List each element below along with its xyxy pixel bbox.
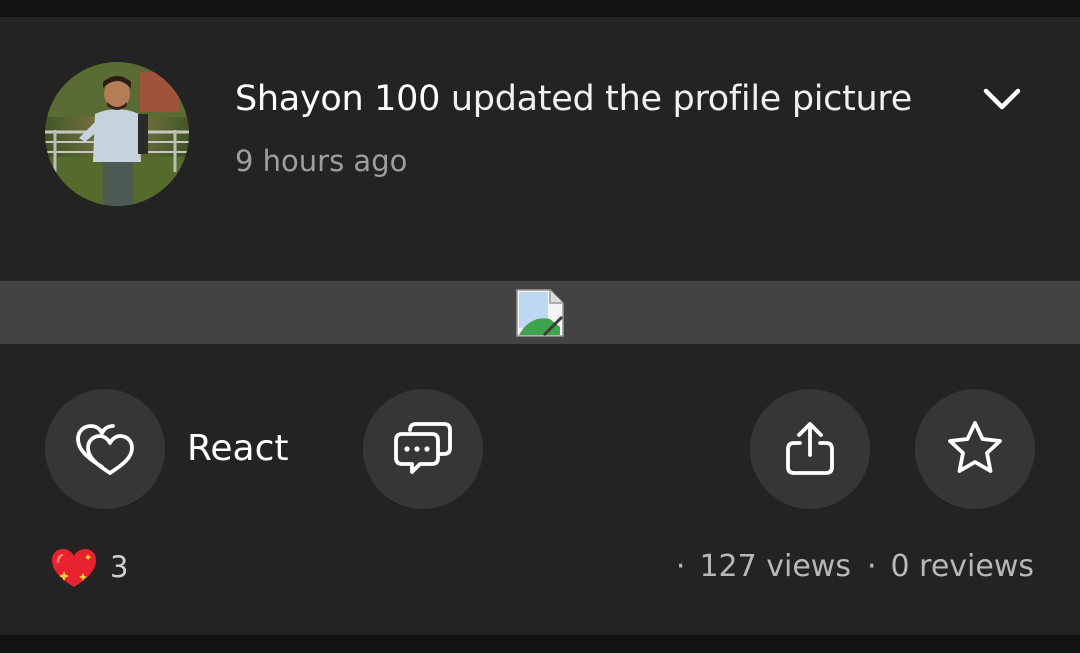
post-stats: · 127 views · 0 reviews xyxy=(676,549,1034,585)
comment-bubbles-icon xyxy=(394,422,452,474)
broken-image-icon xyxy=(516,289,564,337)
chevron-down-icon xyxy=(983,88,1021,110)
post-header-text: Shayon 100 updated the profile picture xyxy=(235,77,912,121)
react-label[interactable]: React xyxy=(187,425,289,473)
double-heart-icon xyxy=(76,424,134,475)
reviews-count[interactable]: 0 reviews xyxy=(891,549,1034,584)
author-name[interactable]: Shayon 100 xyxy=(235,79,440,119)
reaction-count[interactable]: 3 xyxy=(110,549,128,585)
separator-dot: · xyxy=(866,549,877,584)
post-action-text: updated the profile picture xyxy=(450,79,912,119)
sparkling-heart-icon[interactable] xyxy=(50,547,98,589)
avatar-image xyxy=(45,62,189,206)
post-menu-button[interactable] xyxy=(980,81,1024,117)
post-timestamp[interactable]: 9 hours ago xyxy=(235,141,407,181)
views-count[interactable]: 127 views xyxy=(699,549,851,584)
save-button[interactable] xyxy=(915,389,1035,509)
star-icon xyxy=(948,421,1002,473)
comment-button[interactable] xyxy=(363,389,483,509)
post-card: Shayon 100 updated the profile picture 9… xyxy=(0,17,1080,635)
share-icon xyxy=(786,422,834,475)
post-image[interactable] xyxy=(0,281,1080,344)
share-button[interactable] xyxy=(750,389,870,509)
react-button[interactable] xyxy=(45,389,165,509)
avatar[interactable] xyxy=(45,62,189,206)
separator-dot: · xyxy=(675,549,686,584)
